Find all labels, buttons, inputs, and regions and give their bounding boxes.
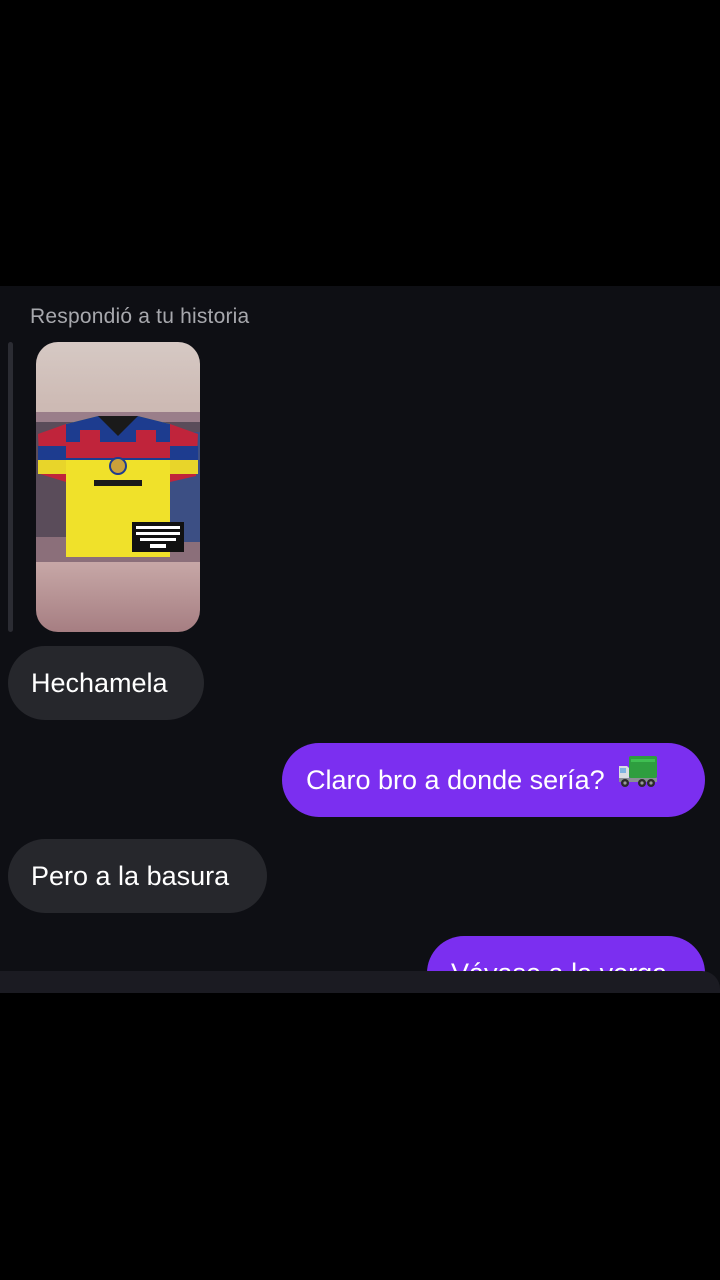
jersey-photo-icon [36, 342, 200, 632]
truck-emoji-icon [618, 742, 658, 816]
message-text: Claro bro a donde sería? [306, 765, 605, 795]
story-reply-label: Respondió a tu historia [30, 305, 250, 328]
story-thumbnail[interactable] [36, 342, 200, 632]
composer-edge [0, 971, 720, 993]
chat-thread: Respondió a tu historia Hechamela Claro … [0, 286, 720, 993]
message-received[interactable]: Hechamela [8, 646, 204, 720]
message-sent[interactable]: Claro bro a donde sería? [282, 743, 705, 817]
reply-quote-bar [8, 342, 13, 632]
message-text: Pero a la basura [31, 861, 230, 891]
message-text: Hechamela [31, 668, 168, 698]
screen: Respondió a tu historia Hechamela Claro … [0, 0, 720, 1280]
message-received[interactable]: Pero a la basura [8, 839, 267, 913]
